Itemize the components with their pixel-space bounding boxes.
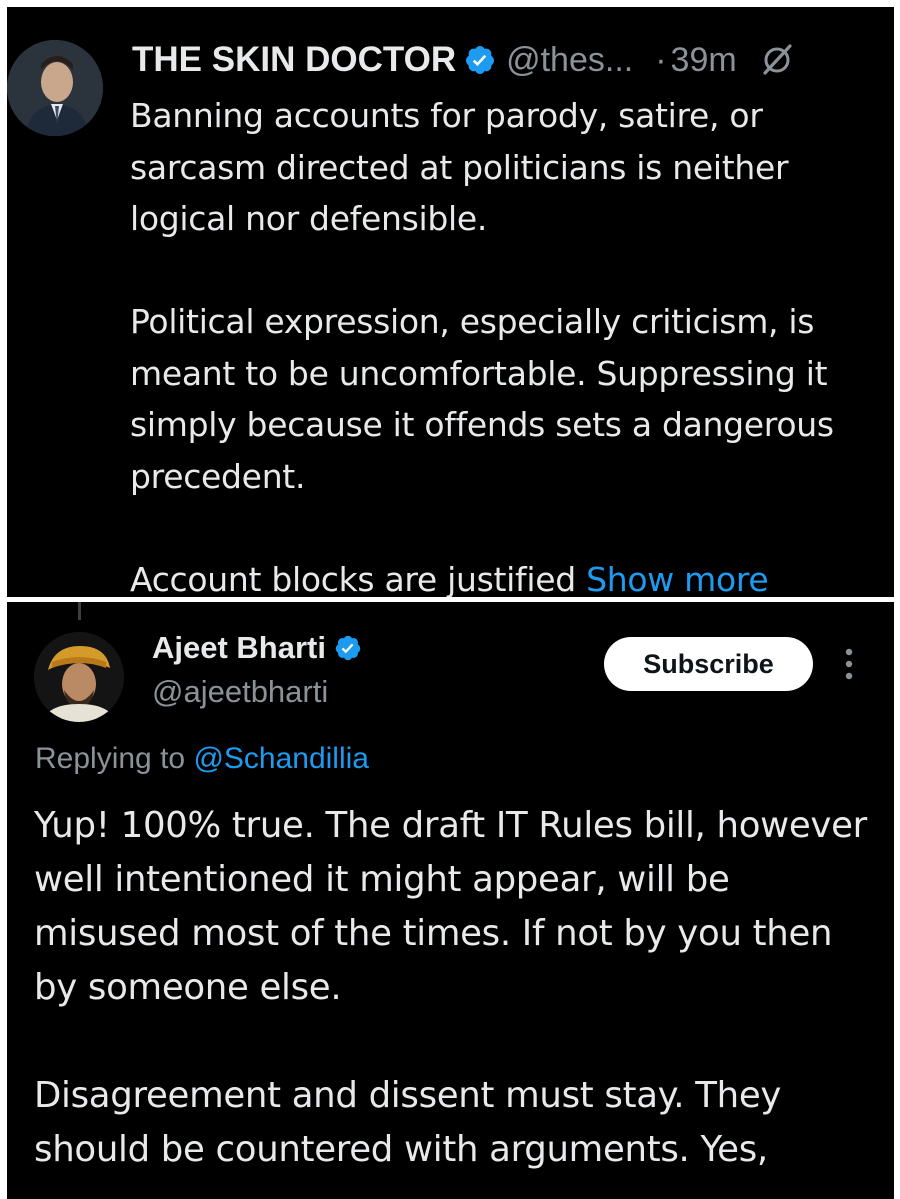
tweet-text: Banning accounts for parody, satire, or … — [130, 90, 890, 597]
thread-connector-line — [78, 602, 81, 620]
replying-to-mention-link[interactable]: @Schandillia — [193, 742, 369, 775]
more-vertical-icon[interactable] — [839, 646, 859, 682]
tweet-top[interactable]: THE SKIN DOCTOR @thes... · 39m Banning a… — [7, 7, 894, 597]
reply-paragraph: Disagreement and dissent must stay. They… — [34, 1075, 782, 1170]
author-name[interactable]: THE SKIN DOCTOR — [132, 40, 456, 80]
author-handle[interactable]: @thes... — [506, 41, 633, 80]
verified-badge-icon — [466, 46, 495, 74]
author-line: THE SKIN DOCTOR @thes... · 39m — [132, 32, 795, 88]
reply-paragraph: Yup! 100% true. The draft IT Rules bill,… — [34, 805, 867, 1008]
replying-to-line: Replying to @Schandillia — [35, 742, 369, 776]
timestamp[interactable]: 39m — [671, 41, 737, 80]
author-name[interactable]: Ajeet Bharti — [152, 630, 326, 666]
grok-icon[interactable] — [759, 42, 795, 78]
verified-badge-icon — [335, 635, 361, 661]
avatar-portrait-image — [34, 632, 124, 722]
tweet-paragraph: Banning accounts for parody, satire, or … — [130, 96, 789, 238]
avatar-portrait-image — [7, 40, 103, 136]
subscribe-button[interactable]: Subscribe — [604, 637, 813, 691]
reply-text: Yup! 100% true. The draft IT Rules bill,… — [34, 799, 884, 1199]
show-more-link[interactable]: Show more — [586, 560, 769, 598]
author-name-line: Ajeet Bharti — [152, 630, 372, 666]
tweet-paragraph: Political expression, especially critici… — [130, 302, 834, 496]
tweet-paragraph-text: Account blocks are justified — [130, 559, 576, 598]
tweet-paragraph-truncated: Account blocks are justified Show more — [130, 554, 890, 598]
avatar[interactable] — [7, 40, 103, 136]
avatar[interactable] — [34, 632, 124, 722]
separator-dot: · — [655, 40, 667, 79]
author-handle[interactable]: @ajeetbharti — [152, 674, 328, 710]
tweet-bottom[interactable]: Ajeet Bharti @ajeetbharti Subscribe Repl… — [7, 602, 894, 1199]
replying-to-label: Replying to — [35, 742, 186, 775]
